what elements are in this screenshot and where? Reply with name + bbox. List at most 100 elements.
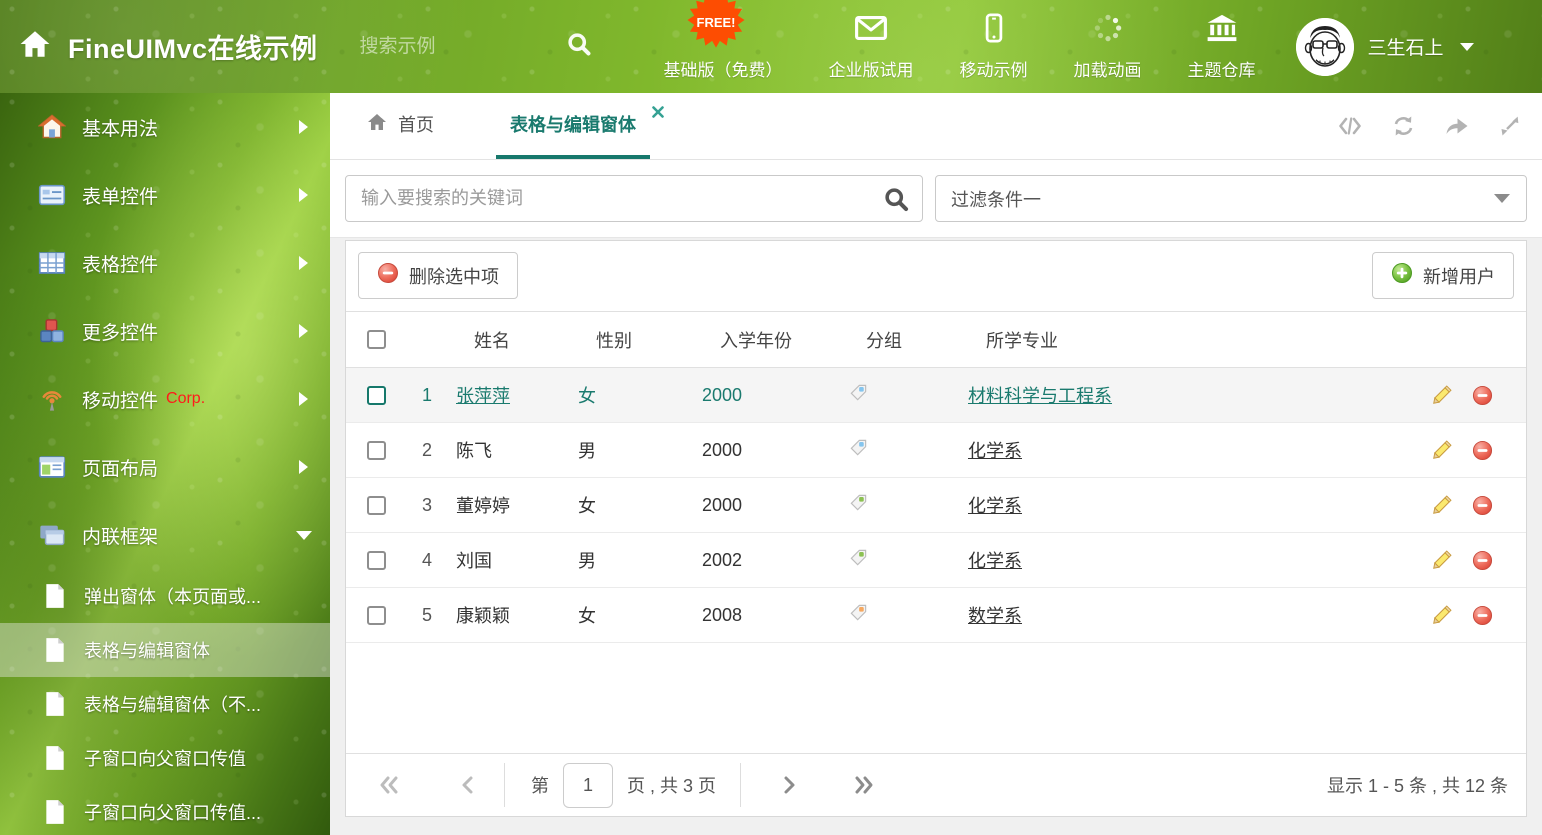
sidebar-item-form-controls[interactable]: 表单控件 <box>0 161 330 229</box>
mobile-icon <box>985 13 1003 48</box>
sidebar-subitem-popup-window[interactable]: 弹出窗体（本页面或... <box>0 569 330 623</box>
tab-home[interactable]: 首页 <box>360 93 440 159</box>
expand-icon[interactable] <box>1498 115 1522 137</box>
nav-item-enterprise-trial[interactable]: 企业版试用 <box>829 13 914 81</box>
sidebar-subitem-child-to-parent-2[interactable]: 子窗口向父窗口传值... <box>0 785 330 835</box>
sidebar-subitem-child-to-parent[interactable]: 子窗口向父窗口传值 <box>0 731 330 785</box>
first-page-icon[interactable] <box>378 775 400 795</box>
student-name-link[interactable]: 张萍萍 <box>456 386 510 406</box>
column-header-group: 分组 <box>840 327 960 353</box>
row-checkbox[interactable] <box>367 386 386 405</box>
sidebar-item-iframe[interactable]: 内联框架 <box>0 501 330 569</box>
chevron-right-icon <box>299 392 308 406</box>
grid-panel: 删除选中项 新增用户 姓名 性别 入学年份 分组 所学专业 <box>345 240 1527 817</box>
next-page-icon[interactable] <box>783 775 797 795</box>
row-checkbox[interactable] <box>367 496 386 515</box>
delete-icon[interactable] <box>1464 495 1526 516</box>
page-number-input[interactable] <box>563 763 613 808</box>
grid-toolbar: 删除选中项 新增用户 <box>346 241 1526 311</box>
major-link[interactable]: 化学系 <box>968 551 1022 571</box>
user-menu[interactable]: 三生石上 <box>1296 18 1474 76</box>
delete-selected-button[interactable]: 删除选中项 <box>358 252 518 299</box>
tag-icon <box>848 607 869 627</box>
edit-icon[interactable] <box>1418 495 1464 516</box>
home-icon <box>18 28 52 65</box>
delete-icon[interactable] <box>1464 440 1526 461</box>
sidebar-item-basic-usage[interactable]: 基本用法 <box>0 93 330 161</box>
edit-icon[interactable] <box>1418 440 1464 461</box>
major-link[interactable]: 化学系 <box>968 441 1022 461</box>
pagination-bar: 第 页 , 共 3 页 显示 1 - 5 条 , 共 12 条 <box>346 753 1526 816</box>
divider <box>740 763 741 807</box>
home-icon <box>366 112 388 137</box>
delete-icon[interactable] <box>1464 605 1526 626</box>
corp-badge: Corp. <box>166 390 205 408</box>
filter-dropdown[interactable]: 过滤条件一 <box>935 175 1527 222</box>
add-user-button[interactable]: 新增用户 <box>1372 252 1514 299</box>
nav-item-mobile-demo[interactable]: 移动示例 <box>960 13 1028 81</box>
table-icon <box>38 249 66 277</box>
share-icon[interactable] <box>1444 115 1470 137</box>
tag-icon <box>848 497 869 517</box>
header-search-icon[interactable] <box>566 31 592 62</box>
sidebar-item-more-controls[interactable]: 更多控件 <box>0 297 330 365</box>
record-summary: 显示 1 - 5 条 , 共 12 条 <box>1327 772 1508 798</box>
brand[interactable]: FineUIMvc在线示例 <box>18 27 318 66</box>
spinner-icon <box>1093 13 1123 48</box>
table-row[interactable]: 1 张萍萍 女 2000 材料科学与工程系 <box>346 368 1526 423</box>
edit-icon[interactable] <box>1418 605 1464 626</box>
tag-icon <box>848 442 869 462</box>
row-checkbox[interactable] <box>367 606 386 625</box>
sidebar-subitem-grid-edit-window-2[interactable]: 表格与编辑窗体（不... <box>0 677 330 731</box>
refresh-icon[interactable] <box>1391 115 1416 137</box>
nav-item-loading-animation[interactable]: 加载动画 <box>1074 13 1142 81</box>
tab-grid-edit-window[interactable]: 表格与编辑窗体 <box>496 93 650 159</box>
delete-icon[interactable] <box>1464 385 1526 406</box>
filter-dropdown-value: 过滤条件一 <box>951 186 1041 212</box>
close-icon[interactable] <box>652 105 664 123</box>
major-link[interactable]: 材料科学与工程系 <box>968 386 1112 406</box>
document-icon <box>44 637 66 663</box>
search-icon[interactable] <box>883 186 909 217</box>
tab-bar: 首页 表格与编辑窗体 <box>330 93 1542 160</box>
table-empty-space <box>346 643 1526 753</box>
table-row[interactable]: 3 董婷婷 女 2000 化学系 <box>346 478 1526 533</box>
chevron-right-icon <box>299 188 308 202</box>
sidebar-item-page-layout[interactable]: 页面布局 <box>0 433 330 501</box>
header-search-input[interactable] <box>360 36 510 58</box>
prev-page-icon[interactable] <box>460 775 474 795</box>
row-checkbox[interactable] <box>367 551 386 570</box>
nav-label: 基础版（免费） <box>664 56 783 81</box>
edit-icon[interactable] <box>1418 385 1464 406</box>
column-header-major: 所学专业 <box>960 327 1418 353</box>
edit-icon[interactable] <box>1418 550 1464 571</box>
sidebar-item-grid-controls[interactable]: 表格控件 <box>0 229 330 297</box>
table-row[interactable]: 2 陈飞 男 2000 化学系 <box>346 423 1526 478</box>
major-link[interactable]: 化学系 <box>968 496 1022 516</box>
keyword-search-input[interactable] <box>345 175 923 222</box>
frames-icon <box>38 521 66 549</box>
code-icon[interactable] <box>1337 115 1363 137</box>
nav-label: 移动示例 <box>960 56 1028 81</box>
last-page-icon[interactable] <box>853 775 875 795</box>
sidebar-item-mobile-controls[interactable]: 移动控件 Corp. <box>0 365 330 433</box>
app-window: FineUIMvc在线示例 FREE! 基础版（免费） <box>0 0 1542 835</box>
bank-icon <box>1205 13 1239 48</box>
select-all-checkbox[interactable] <box>367 330 386 349</box>
top-nav: 基础版（免费） 企业版试用 移动示例 <box>664 13 1256 81</box>
table-row[interactable]: 4 刘国 男 2002 化学系 <box>346 533 1526 588</box>
tag-icon <box>848 387 869 407</box>
major-link[interactable]: 数学系 <box>968 606 1022 626</box>
nav-item-theme-repo[interactable]: 主题仓库 <box>1188 13 1256 81</box>
sidebar-subitem-grid-edit-window[interactable]: 表格与编辑窗体 <box>0 623 330 677</box>
tab-tools <box>1337 93 1522 159</box>
table-row[interactable]: 5 康颖颖 女 2008 数学系 <box>346 588 1526 643</box>
document-icon <box>44 691 66 717</box>
page-suffix-label: 页 , 共 3 页 <box>627 772 716 798</box>
cubes-icon <box>38 317 66 345</box>
row-checkbox[interactable] <box>367 441 386 460</box>
chevron-right-icon <box>299 256 308 270</box>
username-label: 三生石上 <box>1368 33 1444 60</box>
delete-icon[interactable] <box>1464 550 1526 571</box>
tag-icon <box>848 552 869 572</box>
